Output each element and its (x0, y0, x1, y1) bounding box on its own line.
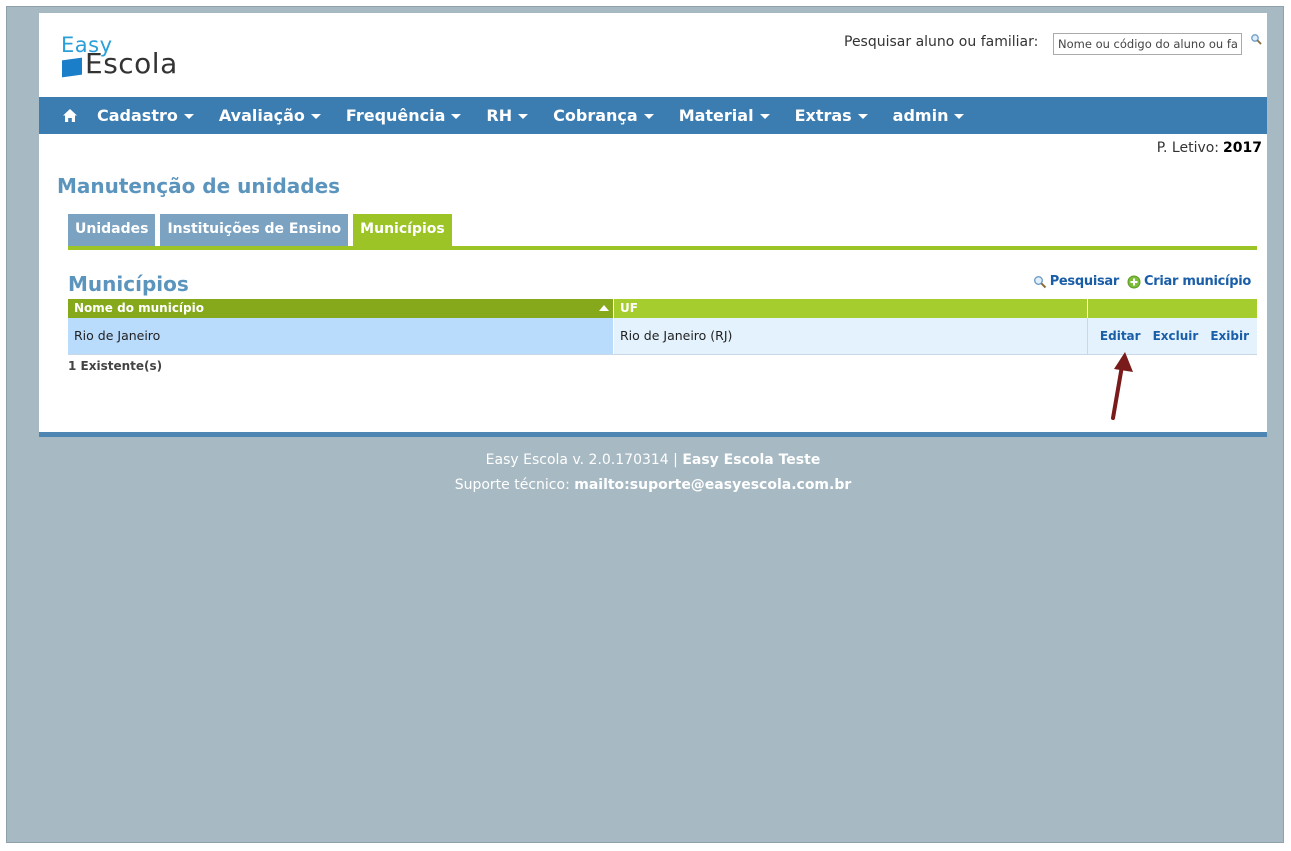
cell-uf: Rio de Janeiro (RJ) (613, 318, 1087, 354)
column-header-actions (1087, 299, 1257, 318)
footer-support: Suporte técnico: mailto:suporte@easyesco… (39, 477, 1267, 493)
chevron-down-icon (310, 114, 321, 119)
footer-support-link[interactable]: mailto:suporte@easyescola.com.br (574, 477, 851, 493)
chevron-down-icon (954, 114, 965, 119)
nav-cobranca[interactable]: Cobrança (553, 106, 654, 125)
table-row[interactable]: Rio de Janeiro Rio de Janeiro (RJ) Edita… (68, 318, 1257, 355)
tab-instituicoes[interactable]: Instituições de Ensino (160, 214, 349, 246)
tab-bar: Unidades Instituições de Ensino Municípi… (68, 214, 457, 246)
column-header-nome[interactable]: Nome do município (68, 299, 613, 318)
editar-link[interactable]: Editar (1100, 318, 1141, 354)
search-label: Pesquisar aluno ou familiar: (844, 34, 1039, 50)
logo[interactable]: Easy Escola (61, 33, 211, 83)
annotation-arrow-icon (1111, 352, 1133, 420)
card-bottom-border (39, 432, 1267, 437)
periodo-value: 2017 (1223, 140, 1262, 156)
column-header-uf[interactable]: UF (613, 299, 1087, 318)
chevron-down-icon (643, 114, 654, 119)
nav-admin[interactable]: admin (893, 106, 965, 125)
footer-support-label: Suporte técnico: (454, 477, 570, 493)
footer-version: Easy Escola v. 2.0.170314 | Easy Escola … (39, 452, 1267, 468)
chevron-down-icon (857, 114, 868, 119)
page-title: Manutenção de unidades (57, 174, 341, 198)
search-icon (1033, 275, 1046, 288)
footer-instance: Easy Escola Teste (682, 452, 821, 468)
section-actions: Pesquisar Criar município (1033, 274, 1251, 289)
tab-municipios[interactable]: Municípios (353, 214, 452, 246)
nav-material[interactable]: Material (679, 106, 770, 125)
chevron-down-icon (183, 114, 194, 119)
periodo-letivo: P. Letivo: 2017 (1157, 140, 1262, 156)
criar-municipio-link[interactable]: Criar município (1127, 274, 1251, 289)
nav-avaliacao[interactable]: Avaliação (219, 106, 321, 125)
nav-home[interactable] (39, 97, 97, 134)
pesquisar-link[interactable]: Pesquisar (1033, 274, 1119, 289)
nav-frequencia[interactable]: Frequência (346, 106, 462, 125)
table-header: Nome do município UF (68, 299, 1257, 318)
logo-mark-icon (62, 57, 82, 78)
add-circle-icon (1127, 275, 1141, 288)
section-title: Municípios (68, 272, 189, 296)
tab-unidades[interactable]: Unidades (68, 214, 156, 246)
footer-version-text: Easy Escola v. 2.0.170314 | (485, 452, 678, 468)
search-icon[interactable] (1250, 33, 1262, 45)
nav-cadastro[interactable]: Cadastro (97, 106, 194, 125)
main-nav: Cadastro Avaliação Frequência RH Cobranç… (39, 97, 1267, 134)
home-icon (63, 109, 77, 122)
logo-escola-text: Escola (85, 47, 178, 80)
nav-extras[interactable]: Extras (795, 106, 868, 125)
tabs-divider (68, 246, 1257, 250)
exibir-link[interactable]: Exibir (1210, 318, 1249, 354)
periodo-label: P. Letivo: (1156, 140, 1220, 156)
nav-rh[interactable]: RH (486, 106, 529, 125)
page-card: Easy Escola Pesquisar aluno ou familiar:… (39, 13, 1267, 434)
chevron-down-icon (518, 114, 529, 119)
sort-ascending-icon (599, 305, 609, 311)
search-input[interactable] (1053, 33, 1242, 55)
cell-actions: Editar Excluir Exibir (1087, 318, 1257, 354)
chevron-down-icon (451, 114, 462, 119)
excluir-link[interactable]: Excluir (1153, 318, 1199, 354)
app-window: Easy Escola Pesquisar aluno ou familiar:… (6, 6, 1284, 843)
record-count: 1 Existente(s) (68, 359, 163, 373)
cell-nome: Rio de Janeiro (68, 318, 613, 354)
chevron-down-icon (759, 114, 770, 119)
municipios-table: Nome do município UF Rio de Janeiro Rio … (68, 299, 1257, 355)
